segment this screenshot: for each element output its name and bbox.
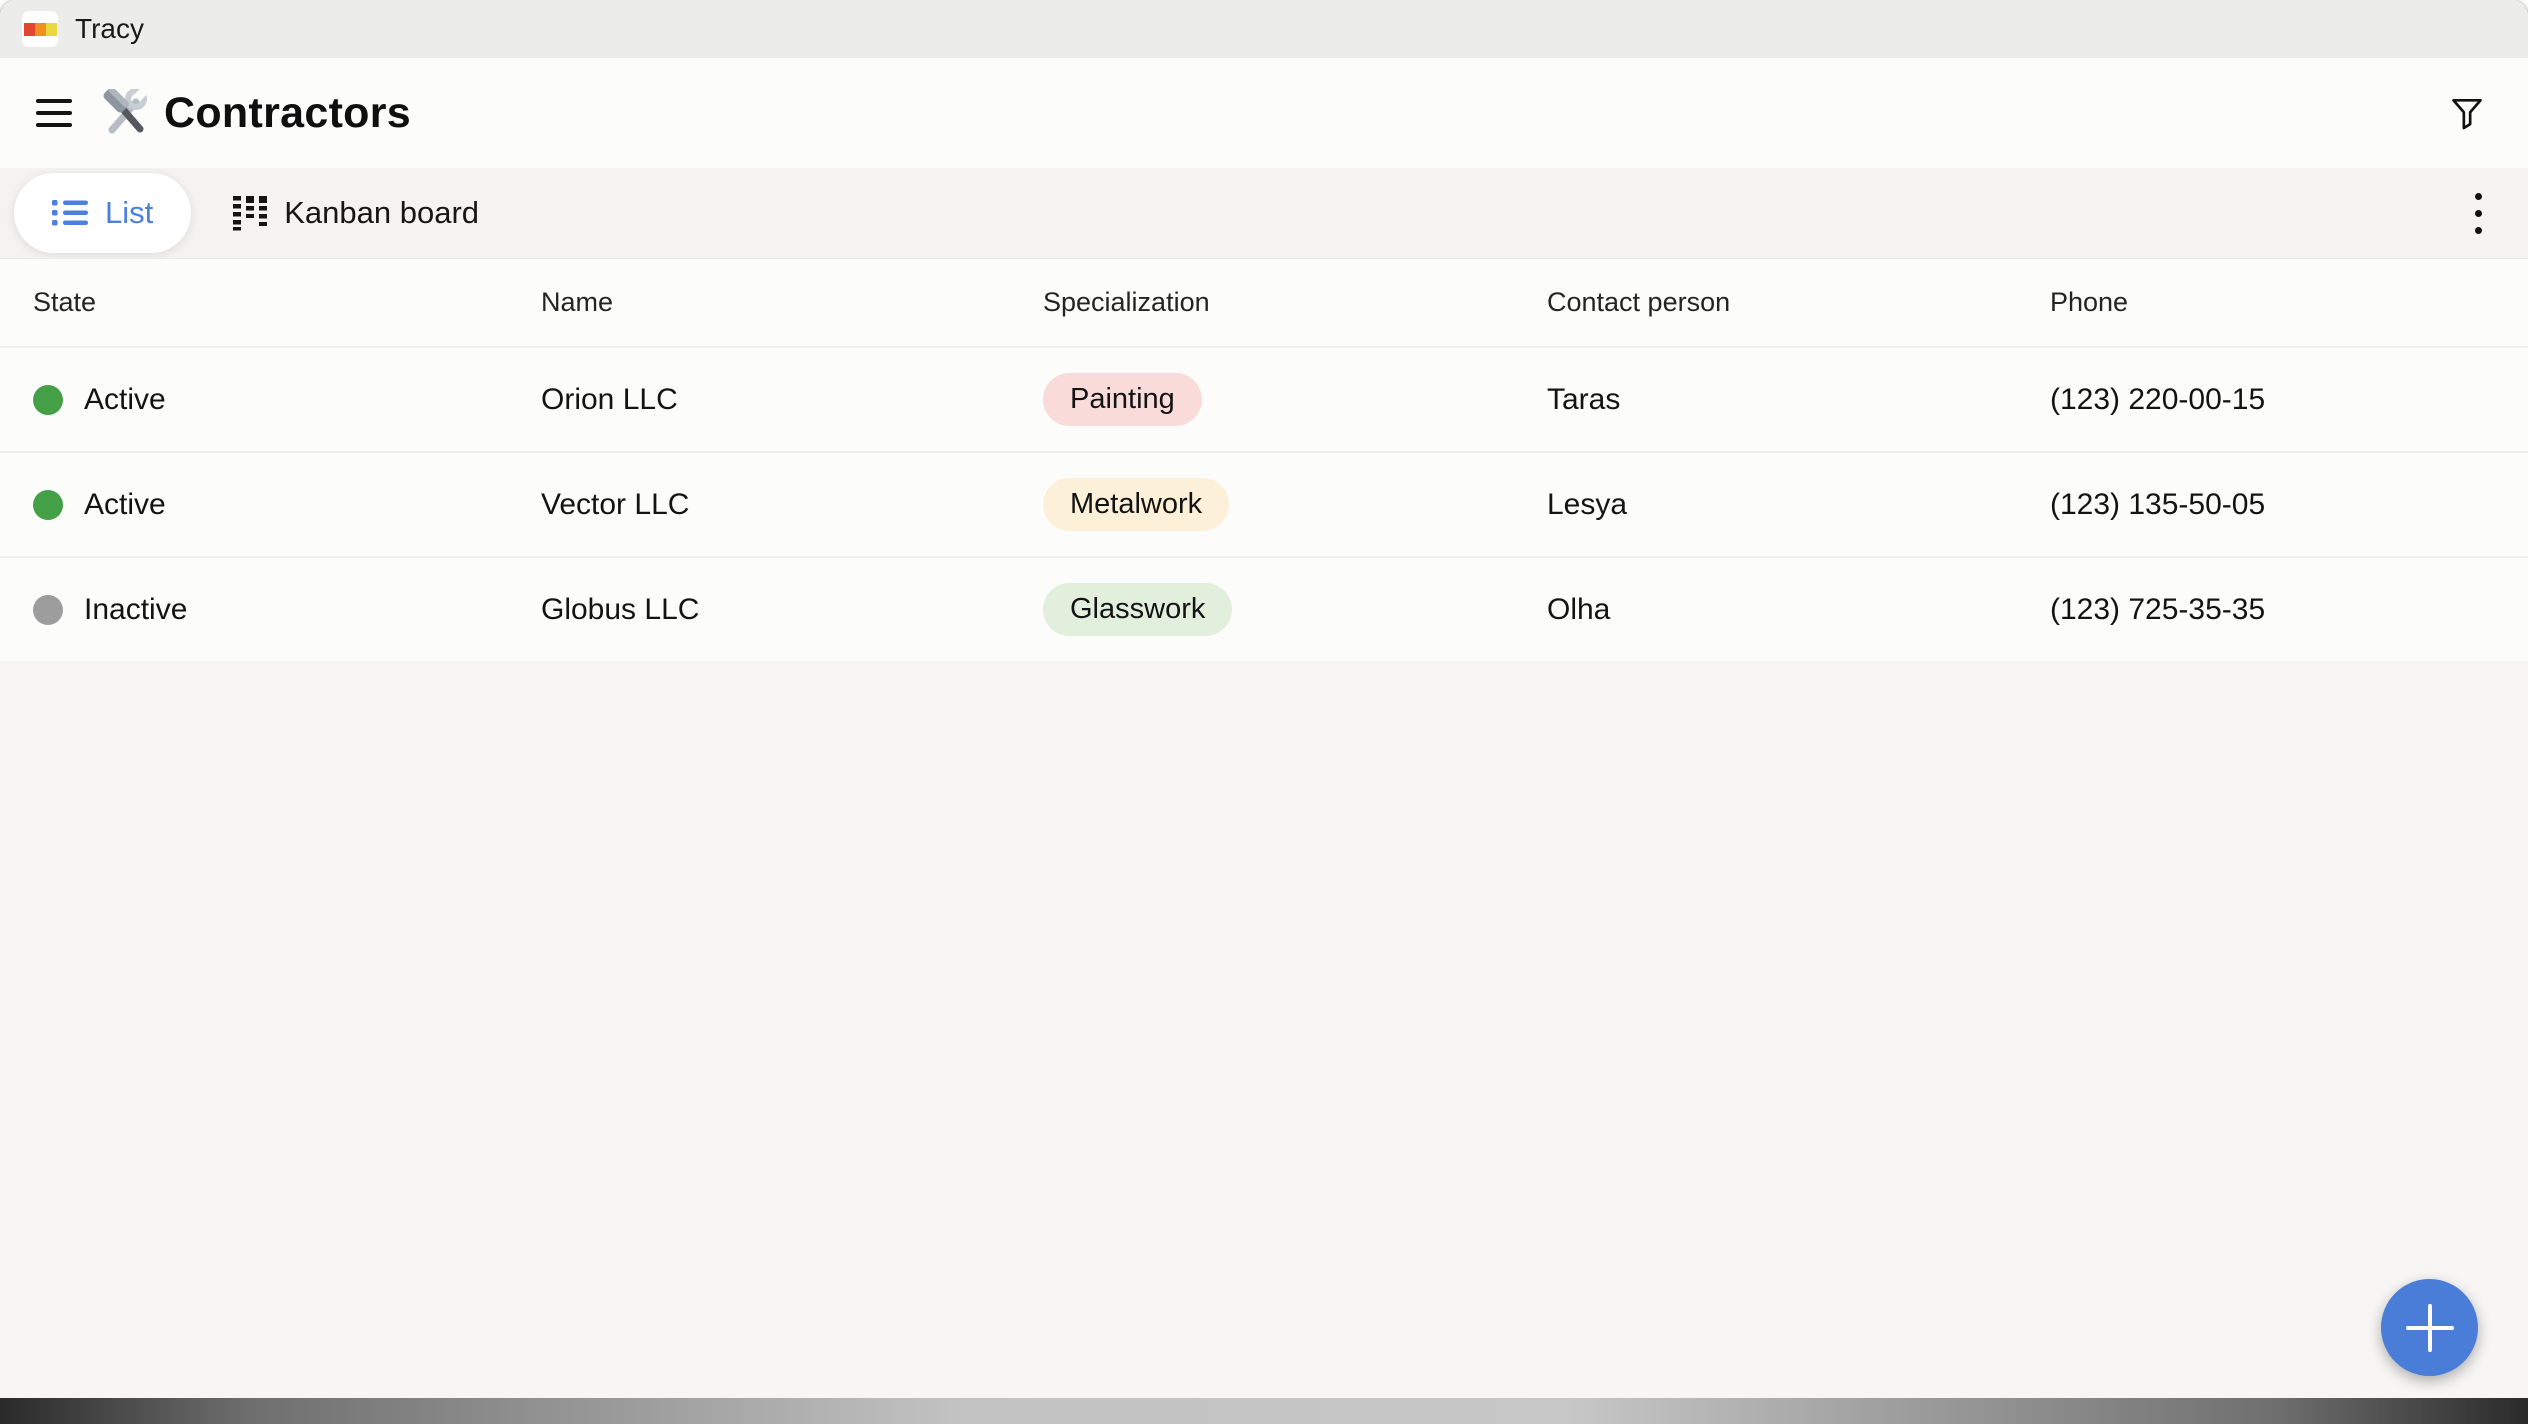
contact-person-cell: Olha [1547, 593, 2050, 627]
tab-kanban-view[interactable]: Kanban board [233, 195, 479, 231]
phone-cell: (123) 220-00-15 [2050, 383, 2528, 417]
specialization-badge: Metalwork [1043, 478, 1229, 531]
status-dot [33, 385, 63, 415]
column-header-name: Name [541, 287, 1043, 318]
status-dot [33, 490, 63, 520]
page-title-group: Contractors [102, 60, 411, 167]
hamburger-menu-icon[interactable] [36, 99, 72, 127]
table-header: State Name Specialization Contact person… [0, 258, 2528, 346]
state-cell: Active [33, 488, 541, 522]
column-header-state: State [33, 287, 541, 318]
contact-person-cell: Taras [1547, 383, 2050, 417]
status-dot [33, 595, 63, 625]
table-row[interactable]: Active Vector LLC Metalwork Lesya (123) … [0, 451, 2528, 556]
tab-list-view[interactable]: List [14, 173, 191, 253]
filter-button[interactable] [2448, 94, 2486, 132]
column-header-contact-person: Contact person [1547, 287, 2050, 318]
bulleted-list-icon [52, 198, 88, 228]
name-cell: Vector LLC [541, 488, 1043, 522]
tracy-logo-icon [22, 11, 58, 47]
column-header-specialization: Specialization [1043, 287, 1547, 318]
kebab-menu-icon [2475, 193, 2482, 200]
state-cell: Active [33, 383, 541, 417]
logo-red-square [24, 23, 35, 36]
view-tabs-row: List Kanban board [0, 168, 2528, 258]
titlebar: Tracy [0, 0, 2528, 58]
logo-yellow-square [46, 23, 57, 36]
column-header-phone: Phone [2050, 287, 2528, 318]
specialization-badge: Painting [1043, 373, 1202, 426]
state-label: Active [84, 488, 166, 522]
window-bottom-shadow [0, 1398, 2528, 1424]
table-row[interactable]: Active Orion LLC Painting Taras (123) 22… [0, 346, 2528, 451]
app-name: Tracy [75, 13, 144, 45]
name-cell: Orion LLC [541, 383, 1043, 417]
name-cell: Globus LLC [541, 593, 1043, 627]
app-window: Tracy Contractors [0, 0, 2528, 1412]
phone-cell: (123) 135-50-05 [2050, 488, 2528, 522]
tab-kanban-label: Kanban board [284, 195, 479, 231]
phone-cell: (123) 725-35-35 [2050, 593, 2528, 627]
hammer-and-wrench-icon [102, 89, 150, 137]
table-row[interactable]: Inactive Globus LLC Glasswork Olha (123)… [0, 556, 2528, 661]
more-options-button[interactable] [2469, 187, 2488, 240]
state-label: Inactive [84, 593, 187, 627]
tab-list-label: List [105, 195, 153, 231]
page-title: Contractors [164, 89, 411, 138]
specialization-badge: Glasswork [1043, 583, 1232, 636]
contact-person-cell: Lesya [1547, 488, 2050, 522]
empty-table-area [0, 661, 2528, 1412]
funnel-filter-icon [2448, 94, 2486, 132]
app-header: Contractors [0, 58, 2528, 168]
state-cell: Inactive [33, 593, 541, 627]
state-label: Active [84, 383, 166, 417]
add-contractor-button[interactable] [2381, 1279, 2478, 1376]
kanban-columns-icon [233, 195, 267, 231]
plus-icon [2404, 1302, 2456, 1354]
logo-orange-square [35, 23, 46, 36]
